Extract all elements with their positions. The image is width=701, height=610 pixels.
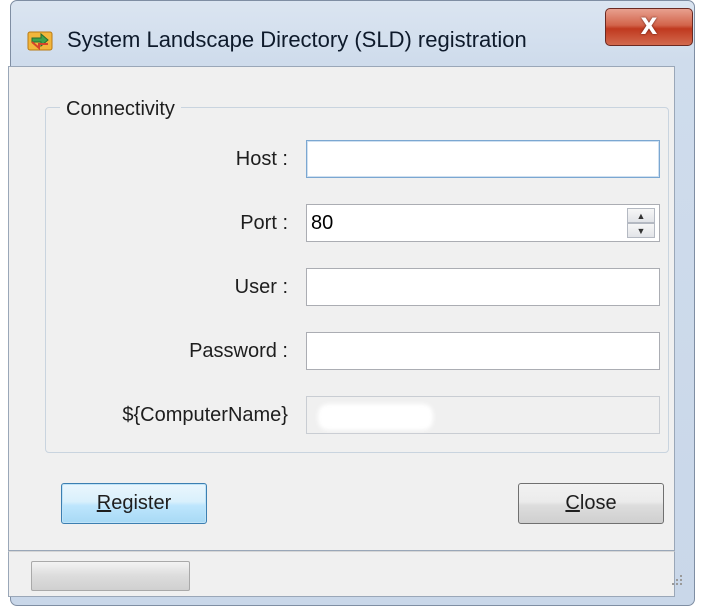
close-icon: X [640, 14, 658, 40]
computer-name-label: ${ComputerName} [122, 404, 288, 426]
redacted-value [318, 404, 433, 430]
spin-down-icon[interactable]: ▼ [627, 223, 655, 238]
password-input[interactable] [306, 332, 660, 370]
window-title: System Landscape Directory (SLD) registr… [67, 27, 527, 52]
app-refresh-icon [27, 31, 53, 51]
close-button-label: Close [565, 492, 617, 514]
resize-grip-icon[interactable] [665, 572, 685, 592]
port-label: Port : [240, 212, 288, 234]
host-input[interactable] [306, 140, 660, 178]
password-label: Password : [189, 340, 288, 362]
progress-bar [31, 561, 190, 591]
host-label: Host : [235, 148, 288, 170]
user-input[interactable] [306, 268, 660, 306]
user-label: User : [234, 276, 288, 298]
close-window-button[interactable]: X [605, 8, 693, 46]
register-button-label: Register [96, 492, 172, 514]
port-input[interactable] [306, 204, 660, 242]
close-button[interactable]: Close [518, 483, 664, 524]
register-button[interactable]: Register [61, 483, 207, 524]
title-bar[interactable]: System Landscape Directory (SLD) registr… [11, 1, 694, 67]
port-spinner[interactable]: ▲ ▼ [627, 208, 655, 238]
connectivity-group-label: Connectivity [60, 98, 181, 121]
spin-up-icon[interactable]: ▲ [627, 208, 655, 223]
